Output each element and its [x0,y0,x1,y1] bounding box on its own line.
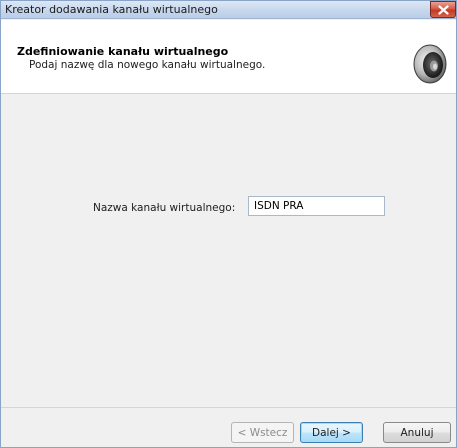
close-icon [437,4,449,15]
cancel-button[interactable]: Anuluj [383,422,451,443]
page-subtitle: Podaj nazwę dla nowego kanału wirtualneg… [29,59,266,71]
wizard-header: Zdefiniowanie kanału wirtualnego Podaj n… [1,20,456,94]
channel-name-input[interactable] [248,196,385,216]
wizard-content: Nazwa kanału wirtualnego: [1,95,456,407]
close-button[interactable] [430,1,456,18]
next-button[interactable]: Dalej > [300,422,363,443]
window-title: Kreator dodawania kanału wirtualnego [5,3,218,16]
channel-name-label: Nazwa kanału wirtualnego: [93,202,236,214]
back-button[interactable]: < Wstecz [231,422,294,443]
wizard-footer: < Wstecz Dalej > Anuluj [1,407,456,447]
page-title: Zdefiniowanie kanału wirtualnego [17,45,229,58]
speaker-icon [413,44,447,84]
title-bar[interactable]: Kreator dodawania kanału wirtualnego [1,1,456,19]
wizard-window: Kreator dodawania kanału wirtualnego Zde… [0,0,457,448]
